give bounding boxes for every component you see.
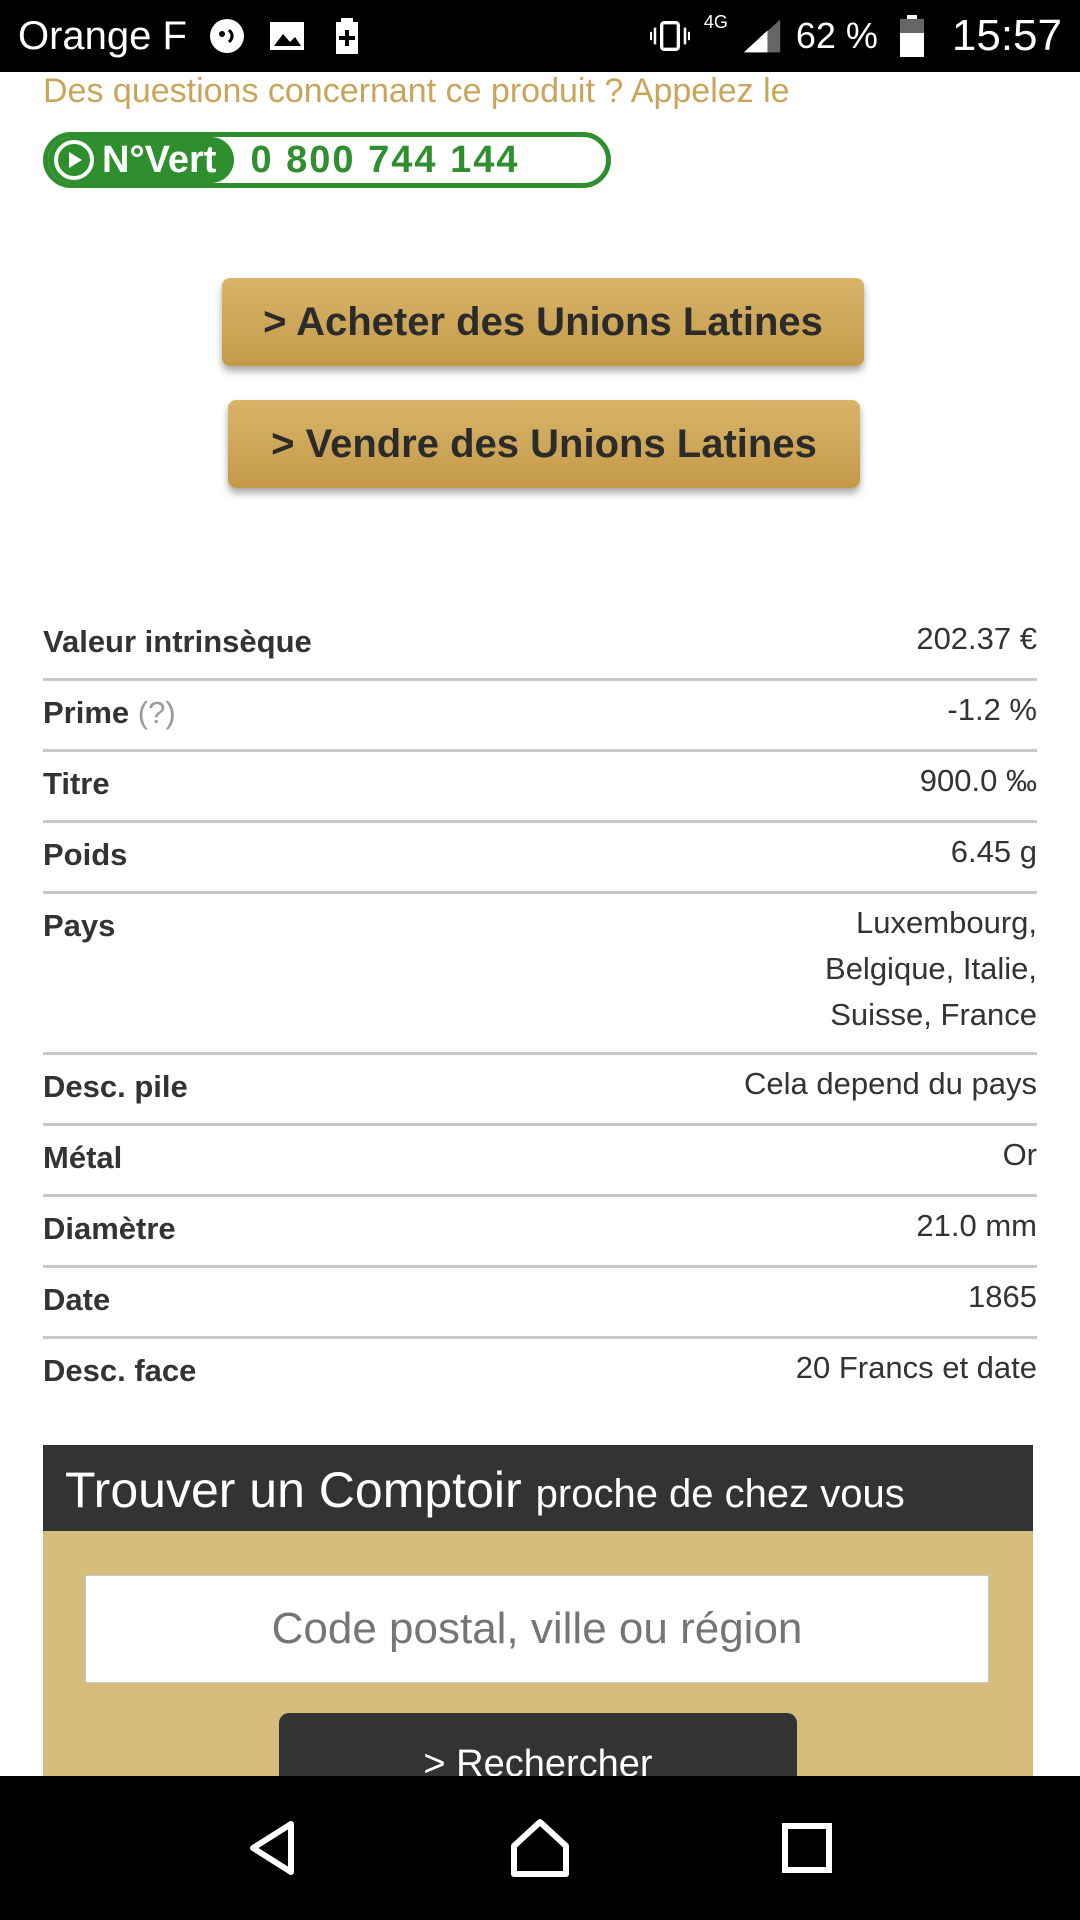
novert-label: N°Vert: [102, 138, 217, 181]
spec-value-line: Belgique, Italie,: [825, 951, 1037, 986]
image-icon: [267, 16, 307, 56]
spec-row-metal: Métal Or: [43, 1126, 1037, 1197]
specs-table: Valeur intrinsèque 202.37 € Prime (?) -1…: [43, 610, 1037, 1410]
recents-icon[interactable]: [772, 1813, 842, 1883]
clock: 15:57: [951, 11, 1062, 60]
spec-label: Métal: [43, 1140, 123, 1175]
store-finder-header: Trouver un Comptoir proche de chez vous: [43, 1445, 1033, 1531]
spec-row-obverse-desc: Desc. face 20 Francs et date: [43, 1339, 1037, 1410]
spec-label: Diamètre: [43, 1211, 176, 1246]
help-link[interactable]: (?): [138, 695, 176, 730]
spec-label: Valeur intrinsèque: [43, 624, 312, 659]
spec-value-line: Suisse, France: [830, 997, 1037, 1032]
battery-percent: 62 %: [795, 15, 878, 56]
status-bar: Orange F 4G 62 % 15:57: [0, 0, 1080, 72]
navigation-bar: [0, 1776, 1080, 1920]
vibrate-icon: [649, 16, 690, 56]
home-icon[interactable]: [505, 1813, 575, 1883]
spec-value: 6.45 g: [950, 834, 1037, 869]
novert-phone-link[interactable]: N°Vert 0 800 744 144: [43, 132, 611, 188]
carrier-name: Orange F: [18, 13, 187, 58]
spec-label: Poids: [43, 837, 128, 872]
spec-row-diameter: Diamètre 21.0 mm: [43, 1197, 1037, 1268]
spec-value: 1865: [968, 1279, 1037, 1314]
location-search-input[interactable]: [85, 1575, 989, 1683]
signal-icon: [742, 16, 782, 56]
spec-label: Date: [43, 1282, 111, 1317]
play-icon: [54, 140, 94, 180]
battery-saver-icon: [327, 16, 367, 56]
search-button[interactable]: > Rechercher: [279, 1713, 797, 1776]
phone-number: 0 800 744 144: [250, 138, 520, 181]
messenger-icon: [207, 16, 247, 56]
contact-question: Des questions concernant ce produit ? Ap…: [43, 72, 790, 110]
store-finder-title: Trouver un Comptoir: [65, 1462, 522, 1518]
spec-value: 202.37 €: [916, 621, 1037, 656]
spec-row-country: Pays Luxembourg, Belgique, Italie, Suiss…: [43, 894, 1037, 1055]
spec-label-text: Prime: [43, 695, 130, 730]
store-finder-subtitle: proche de chez vous: [535, 1472, 905, 1516]
novert-badge: N°Vert: [48, 137, 235, 183]
spec-row-premium: Prime (?) -1.2 %: [43, 681, 1037, 752]
spec-value: -1.2 %: [947, 692, 1037, 727]
spec-value: Or: [1002, 1137, 1037, 1172]
spec-value: Luxembourg, Belgique, Italie, Suisse, Fr…: [777, 886, 1037, 1052]
store-finder-panel: Trouver un Comptoir proche de chez vous …: [43, 1445, 1033, 1776]
page-content: Des questions concernant ce produit ? Ap…: [0, 72, 1080, 1776]
spec-value: 20 Francs et date: [795, 1350, 1037, 1385]
sell-button[interactable]: > Vendre des Unions Latines: [228, 400, 860, 488]
spec-label: Desc. face: [43, 1353, 197, 1388]
spec-row-reverse-desc: Desc. pile Cela depend du pays: [43, 1055, 1037, 1126]
spec-value-line: Luxembourg,: [856, 905, 1037, 940]
spec-label: Prime (?): [43, 681, 176, 731]
spec-value: 21.0 mm: [916, 1208, 1037, 1243]
back-icon[interactable]: [238, 1813, 308, 1883]
spec-value: Cela depend du pays: [743, 1066, 1037, 1101]
spec-row-fineness: Titre 900.0 ‰: [43, 752, 1037, 823]
battery-icon: [892, 15, 932, 57]
spec-label: Desc. pile: [43, 1069, 188, 1104]
spec-row-date: Date 1865: [43, 1268, 1037, 1339]
spec-row-weight: Poids 6.45 g: [43, 823, 1037, 894]
spec-value: 900.0 ‰: [919, 763, 1037, 798]
spec-label: Titre: [43, 766, 110, 801]
spec-label: Pays: [43, 908, 116, 943]
buy-button[interactable]: > Acheter des Unions Latines: [222, 278, 864, 366]
spec-row-intrinsic-value: Valeur intrinsèque 202.37 €: [43, 610, 1037, 681]
network-type: 4G: [703, 11, 728, 32]
